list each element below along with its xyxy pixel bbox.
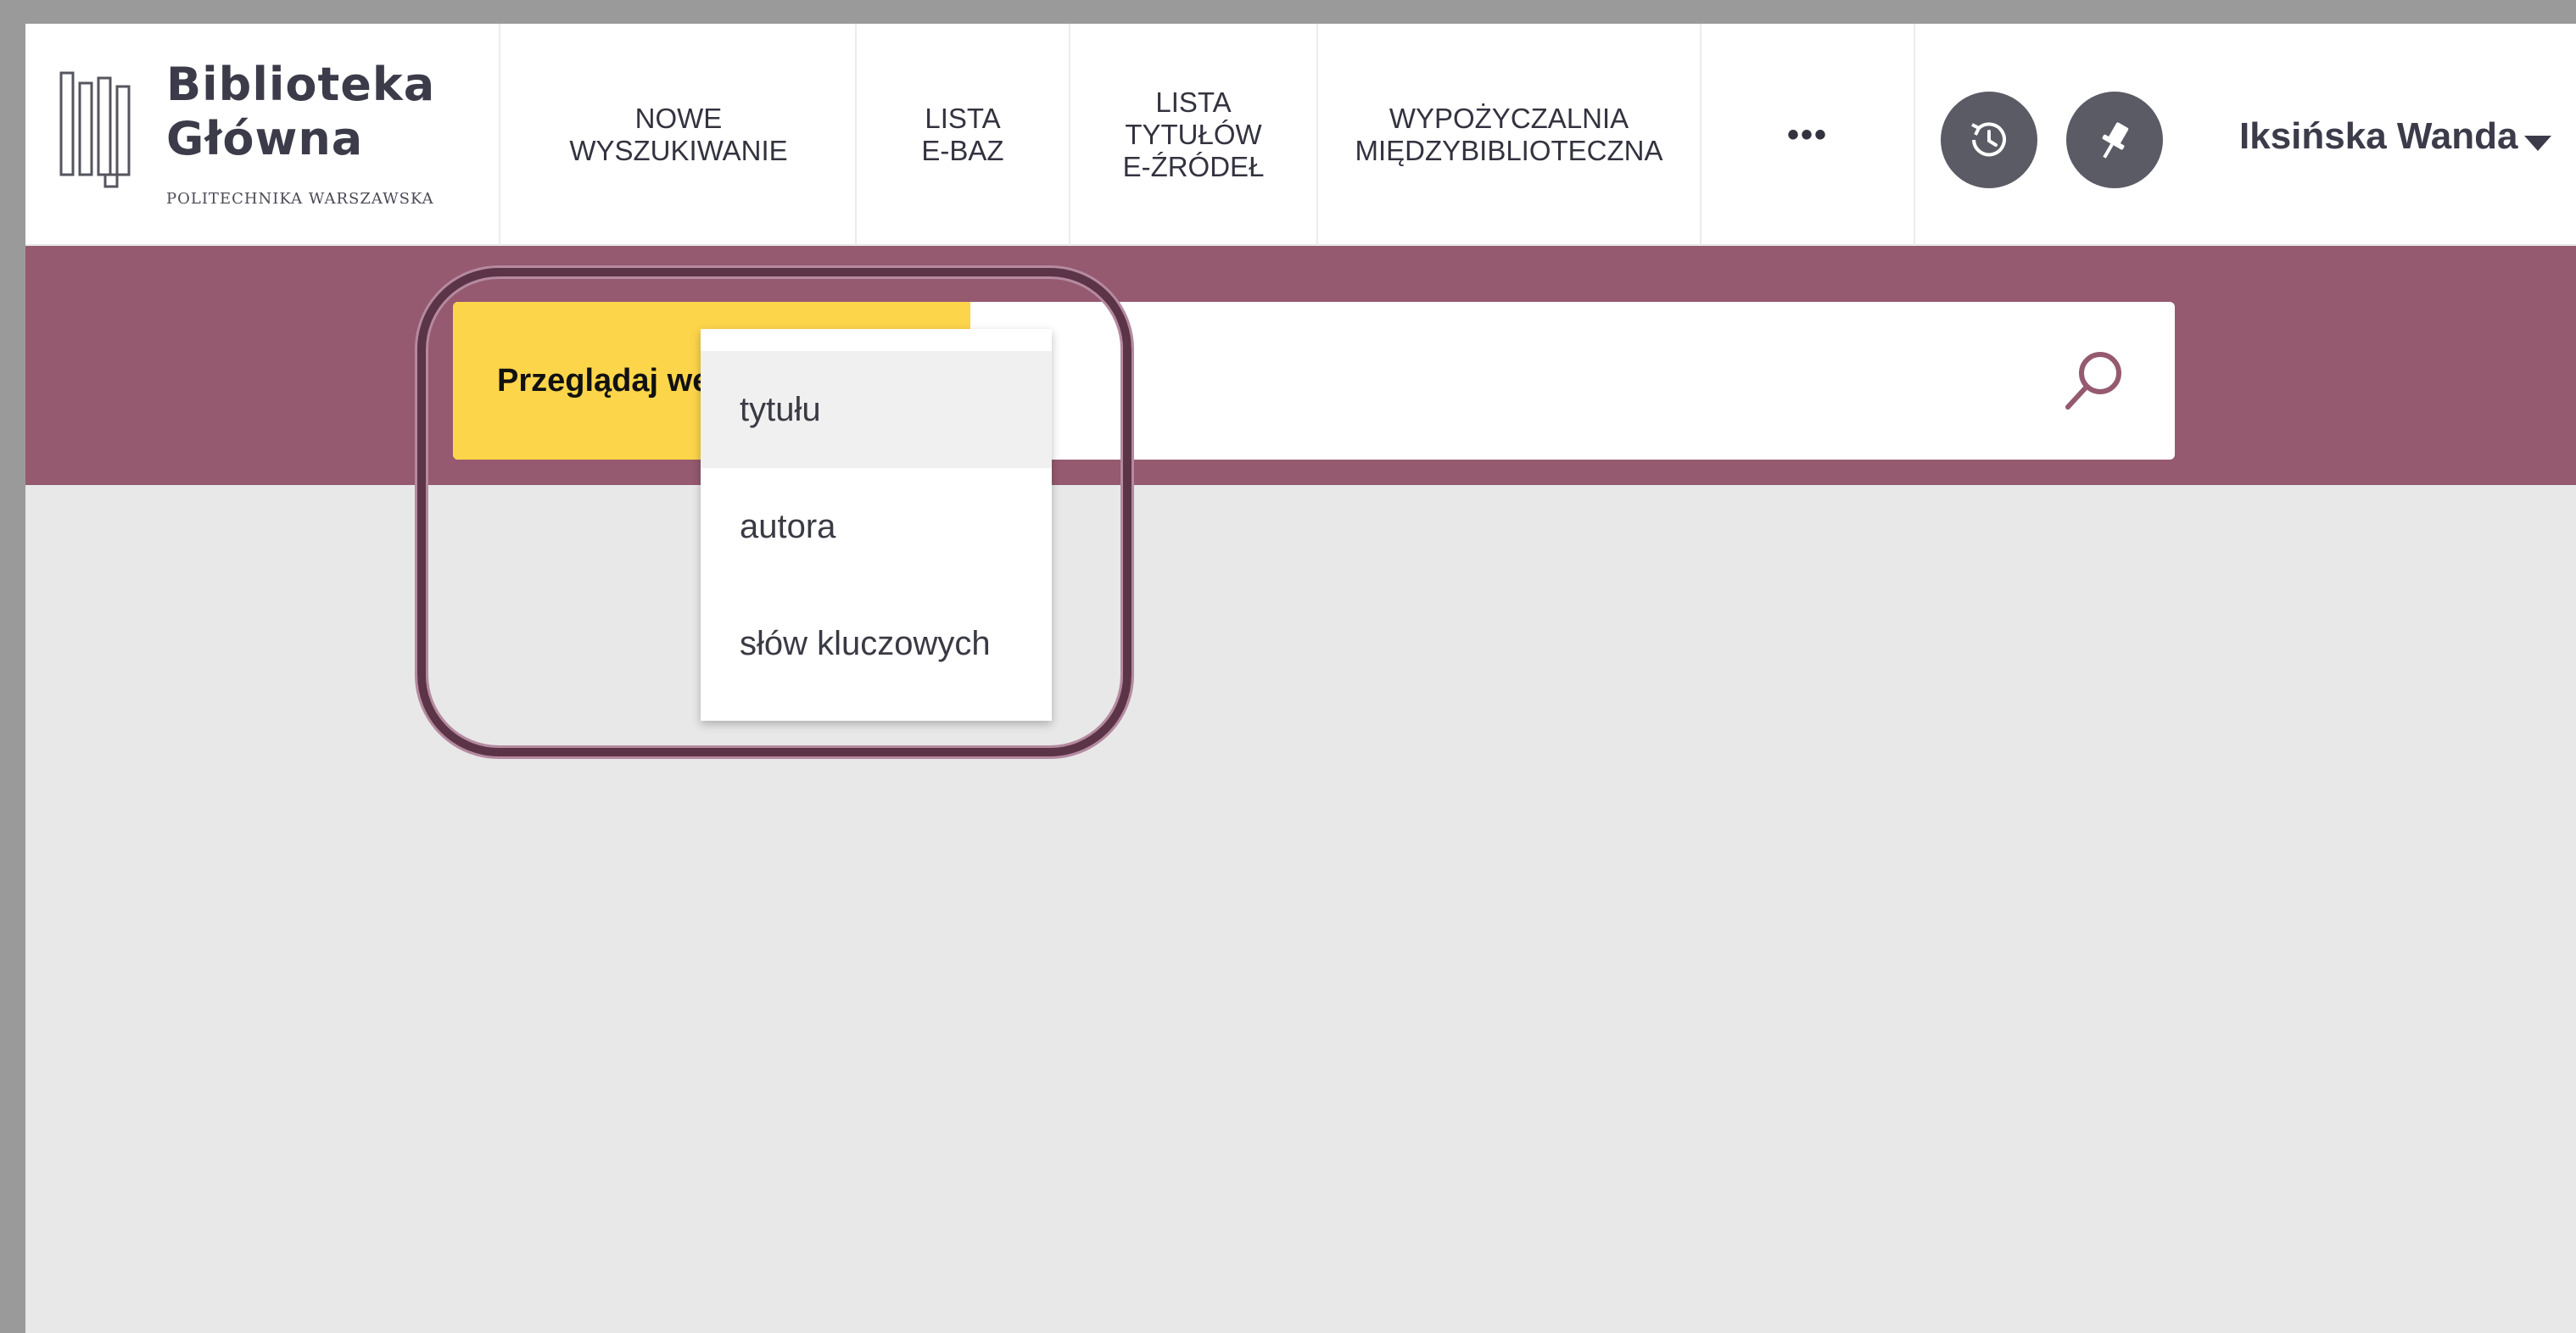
nav-new-search-label: NOWE WYSZUKIWANIE xyxy=(569,103,788,166)
nav-eresource-titles[interactable]: LISTA TYTUŁÓW E-ŹRÓDEŁ xyxy=(1070,24,1318,246)
screenshot-frame: Biblioteka Główna POLITECHNIKA WARSZAWSK… xyxy=(0,0,2576,1333)
logo-title: Biblioteka Główna xyxy=(166,58,435,166)
nav-ebases-list-label: LISTA E-BAZ xyxy=(921,103,1004,166)
magnifier-icon[interactable] xyxy=(2061,346,2129,414)
search-history-button[interactable] xyxy=(1941,92,2037,188)
books-logo-icon xyxy=(59,71,131,188)
app-window: Biblioteka Główna POLITECHNIKA WARSZAWSK… xyxy=(25,24,2576,1333)
highlight-frame xyxy=(417,268,1132,756)
logo-subtitle: POLITECHNIKA WARSZAWSKA xyxy=(166,190,434,208)
nav-interlibrary-loan[interactable]: WYPOŻYCZALNIA MIĘDZYBIBLIOTECZNA xyxy=(1318,24,1702,246)
user-menu[interactable]: Iksińska Wanda xyxy=(2239,115,2518,158)
more-dots-icon: ••• xyxy=(1786,116,1828,153)
chevron-down-icon[interactable] xyxy=(2524,136,2551,151)
top-header: Biblioteka Główna POLITECHNIKA WARSZAWSK… xyxy=(25,24,2576,246)
library-logo[interactable]: Biblioteka Główna POLITECHNIKA WARSZAWSK… xyxy=(25,24,500,246)
pinned-items-button[interactable] xyxy=(2066,92,2163,188)
nav-interlibrary-loan-label: WYPOŻYCZALNIA MIĘDZYBIBLIOTECZNA xyxy=(1355,103,1663,166)
pushpin-icon xyxy=(2102,122,2129,159)
logo-title-line1: Biblioteka xyxy=(166,58,436,111)
history-icon xyxy=(1971,122,2006,157)
nav-eresource-titles-label: LISTA TYTUŁÓW E-ŹRÓDEŁ xyxy=(1122,86,1265,182)
nav-ebases-list[interactable]: LISTA E-BAZ xyxy=(857,24,1070,246)
nav-new-search[interactable]: NOWE WYSZUKIWANIE xyxy=(502,24,857,246)
nav-more-button[interactable]: ••• xyxy=(1702,24,1915,246)
logo-title-line2: Główna xyxy=(166,112,364,165)
